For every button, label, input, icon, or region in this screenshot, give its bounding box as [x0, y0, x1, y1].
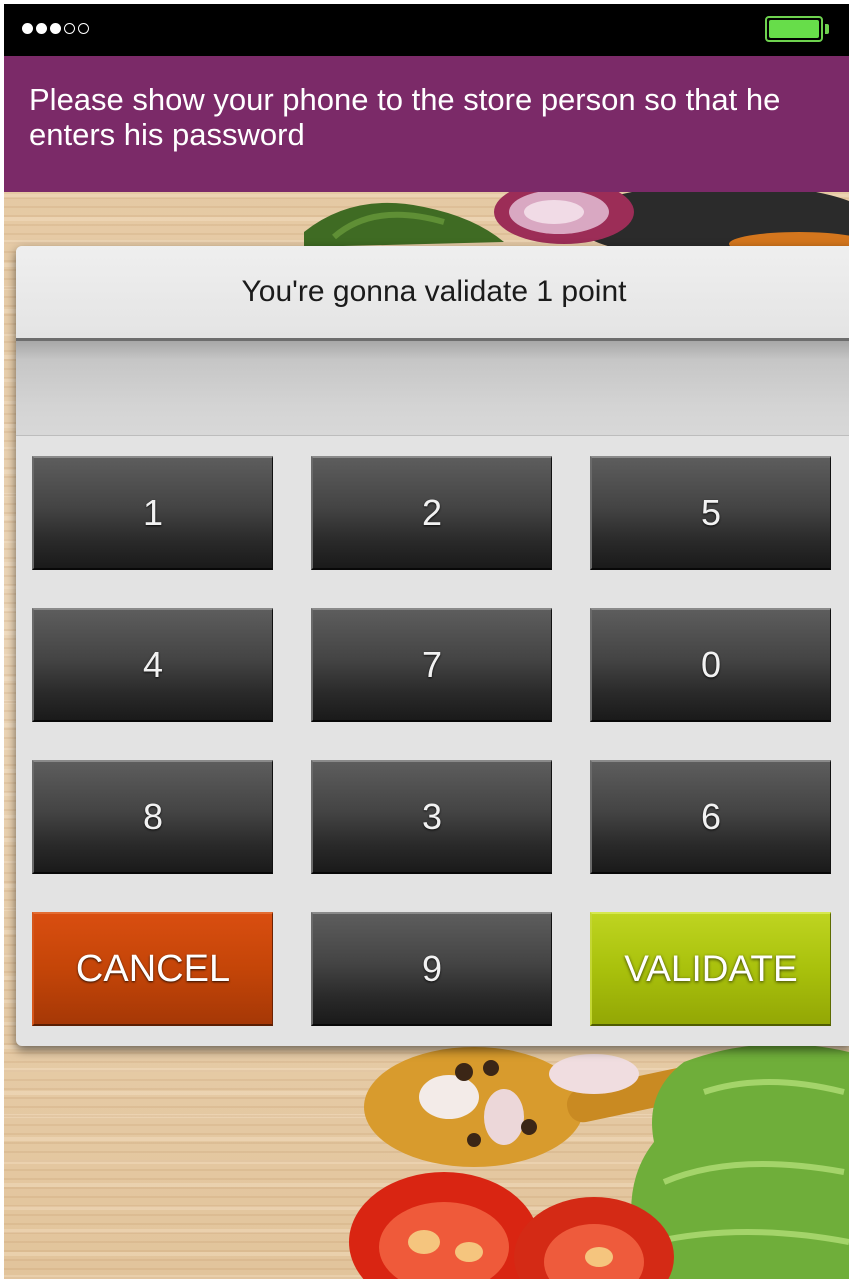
instruction-banner: Please show your phone to the store pers…	[4, 56, 849, 192]
status-bar	[4, 4, 849, 56]
signal-dot	[64, 23, 75, 34]
battery-tip	[825, 24, 829, 34]
key-button[interactable]: 3	[311, 760, 552, 874]
key-button[interactable]: 7	[311, 608, 552, 722]
cancel-button[interactable]: CANCEL	[32, 912, 273, 1026]
signal-dot	[50, 23, 61, 34]
key-button[interactable]: 4	[32, 608, 273, 722]
key-button[interactable]: 0	[590, 608, 831, 722]
key-button[interactable]: 9	[311, 912, 552, 1026]
phone-screen: Please show your phone to the store pers…	[4, 4, 849, 1279]
key-button[interactable]: 5	[590, 456, 831, 570]
signal-dot	[36, 23, 47, 34]
keypad: 1 2 5 4 7 0 8 3 6 CANCEL 9 VALIDATE	[16, 246, 849, 1046]
key-button[interactable]: 8	[32, 760, 273, 874]
instruction-text: Please show your phone to the store pers…	[29, 82, 781, 152]
battery-icon	[765, 16, 823, 42]
signal-dot	[78, 23, 89, 34]
battery-level	[769, 20, 819, 38]
signal-strength-icon	[22, 23, 89, 34]
key-button[interactable]: 1	[32, 456, 273, 570]
validate-button[interactable]: VALIDATE	[590, 912, 831, 1026]
validation-dialog: You're gonna validate 1 point 1 2 5 4 7 …	[16, 246, 849, 1046]
key-button[interactable]: 2	[311, 456, 552, 570]
signal-dot	[22, 23, 33, 34]
key-button[interactable]: 6	[590, 760, 831, 874]
